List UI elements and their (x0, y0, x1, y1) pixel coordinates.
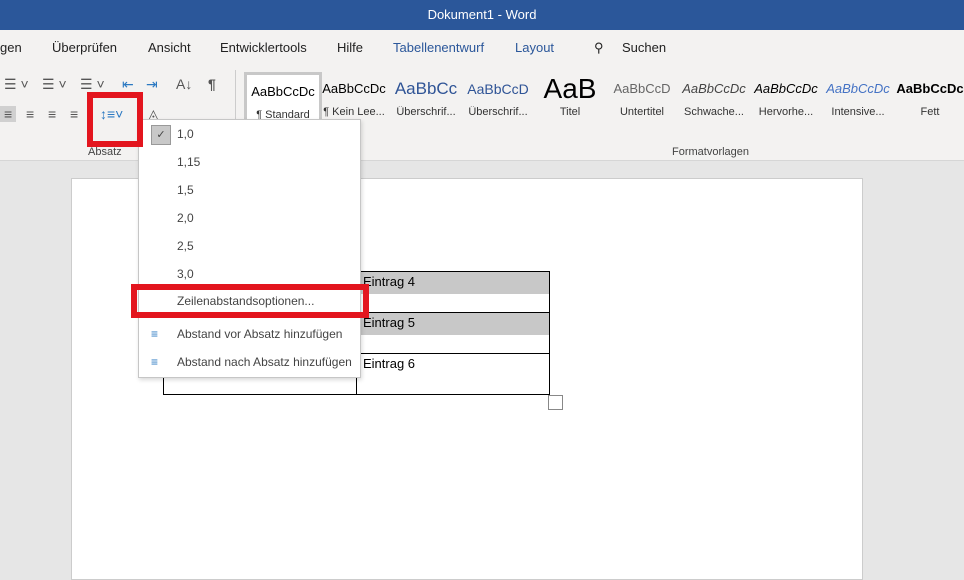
tab-tabellenentwurf[interactable]: Tabellenentwurf (393, 40, 484, 55)
menu-item-2-5[interactable]: 2,5 (139, 233, 360, 259)
decrease-indent-icon[interactable]: ⇤ (122, 76, 134, 93)
highlight-box-options (131, 284, 369, 318)
highlight-box-line-spacing (87, 92, 143, 147)
tab-ansicht[interactable]: Ansicht (148, 40, 191, 55)
table-cell: Eintrag 5 (357, 313, 549, 335)
title-bar: Dokument1 - Word (0, 0, 964, 30)
increase-indent-icon[interactable]: ⇥ (146, 76, 158, 93)
line-spacing-menu: ✓ 1,0 1,15 1,5 2,0 2,5 3,0 Zeilenabstands… (138, 119, 361, 378)
menu-item-1-0[interactable]: ✓ 1,0 (139, 121, 360, 147)
style-titel[interactable]: AaB Titel (534, 72, 606, 128)
menu-item-2-0[interactable]: 2,0 (139, 205, 360, 231)
ribbon-tabs: gen Überprüfen Ansicht Entwicklertools H… (0, 30, 964, 66)
tab-ueberpruefen[interactable]: Überprüfen (52, 40, 117, 55)
space-before-icon: ≡ (151, 327, 159, 341)
group-label-absatz: Absatz (88, 146, 122, 158)
bullets-icon[interactable]: ☰ ˅ (4, 76, 29, 93)
align-right-icon[interactable]: ≡ (48, 106, 56, 122)
menu-item-1-15[interactable]: 1,15 (139, 149, 360, 175)
group-label-formatvorlagen: Formatvorlagen (672, 146, 750, 158)
style-ueberschrift-1[interactable]: AaBbCc Überschrif... (390, 72, 462, 128)
numbering-icon[interactable]: ☰ ˅ (42, 76, 67, 93)
menu-item-space-before[interactable]: ≡ Abstand vor Absatz hinzufügen (139, 321, 360, 347)
pilcrow-icon[interactable]: ¶ (208, 76, 216, 92)
table-cell: Eintrag 6 (363, 356, 416, 371)
tab-hilfe[interactable]: Hilfe (337, 40, 363, 55)
style-schwache-hervorhebung[interactable]: AaBbCcDc Schwache... (678, 72, 750, 128)
search-box[interactable]: Suchen (622, 40, 666, 55)
style-ueberschrift-2[interactable]: AaBbCcD Überschrif... (462, 72, 534, 128)
menu-item-space-after[interactable]: ≡ Abstand nach Absatz hinzufügen (139, 349, 360, 375)
search-icon[interactable]: ⚲ (594, 40, 604, 56)
style-hervorhebung[interactable]: AaBbCcDc Hervorhe... (750, 72, 822, 128)
justify-icon[interactable]: ≡ (70, 106, 78, 122)
tab-layout[interactable]: Layout (515, 40, 554, 55)
check-icon: ✓ (151, 125, 171, 145)
menu-item-1-5[interactable]: 1,5 (139, 177, 360, 203)
style-intensive-hervorhebung[interactable]: AaBbCcDc Intensive... (822, 72, 894, 128)
sort-icon[interactable]: A↓ (176, 76, 192, 92)
tab-einfuegen[interactable]: gen (0, 40, 22, 55)
style-untertitel[interactable]: AaBbCcD Untertitel (606, 72, 678, 128)
space-after-icon: ≡ (151, 355, 159, 369)
table-cell: Eintrag 4 (357, 272, 549, 294)
style-fett[interactable]: AaBbCcDc Fett (894, 72, 964, 128)
align-center-icon[interactable]: ≡ (26, 106, 34, 122)
tab-entwicklertools[interactable]: Entwicklertools (220, 40, 307, 55)
window-title: Dokument1 - Word (427, 7, 537, 22)
table-resize-handle[interactable] (548, 395, 563, 410)
align-left-icon[interactable]: ≡ (0, 106, 17, 122)
multilevel-list-icon[interactable]: ☰ ˅ (80, 76, 105, 93)
